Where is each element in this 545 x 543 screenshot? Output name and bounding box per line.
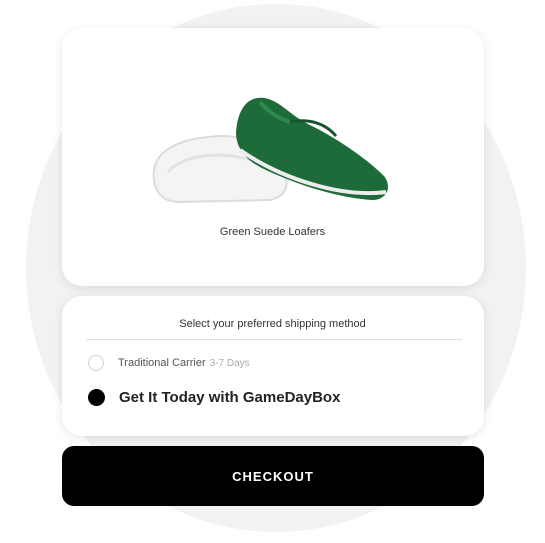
shipping-option-label: Get It Today with GameDayBox [119,389,341,406]
shipping-option-traditional[interactable]: Traditional Carrier 3-7 Days [88,355,250,371]
shipping-option-gamedaybox[interactable]: Get It Today with GameDayBox [88,389,340,406]
shipping-option-label: Traditional Carrier [118,357,206,369]
shipping-method-title: Select your preferred shipping method [179,318,366,330]
radio-unchecked-icon[interactable] [88,355,104,371]
radio-checked-icon[interactable] [88,389,105,406]
shipping-option-detail: 3-7 Days [209,357,250,369]
checkout-button[interactable]: CHECKOUT [62,446,484,506]
green-loafer-shoe-icon [152,97,388,204]
divider [86,339,462,340]
product-name: Green Suede Loafers [219,226,326,238]
